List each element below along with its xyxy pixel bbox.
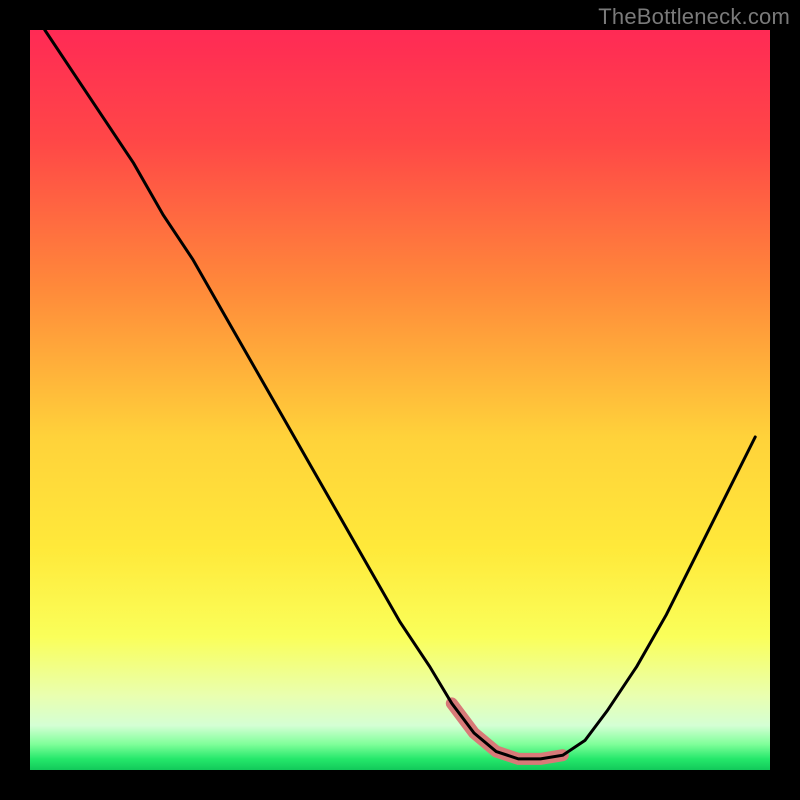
chart-frame: TheBottleneck.com — [0, 0, 800, 800]
bottleneck-chart — [0, 0, 800, 800]
gradient-background — [30, 30, 770, 770]
